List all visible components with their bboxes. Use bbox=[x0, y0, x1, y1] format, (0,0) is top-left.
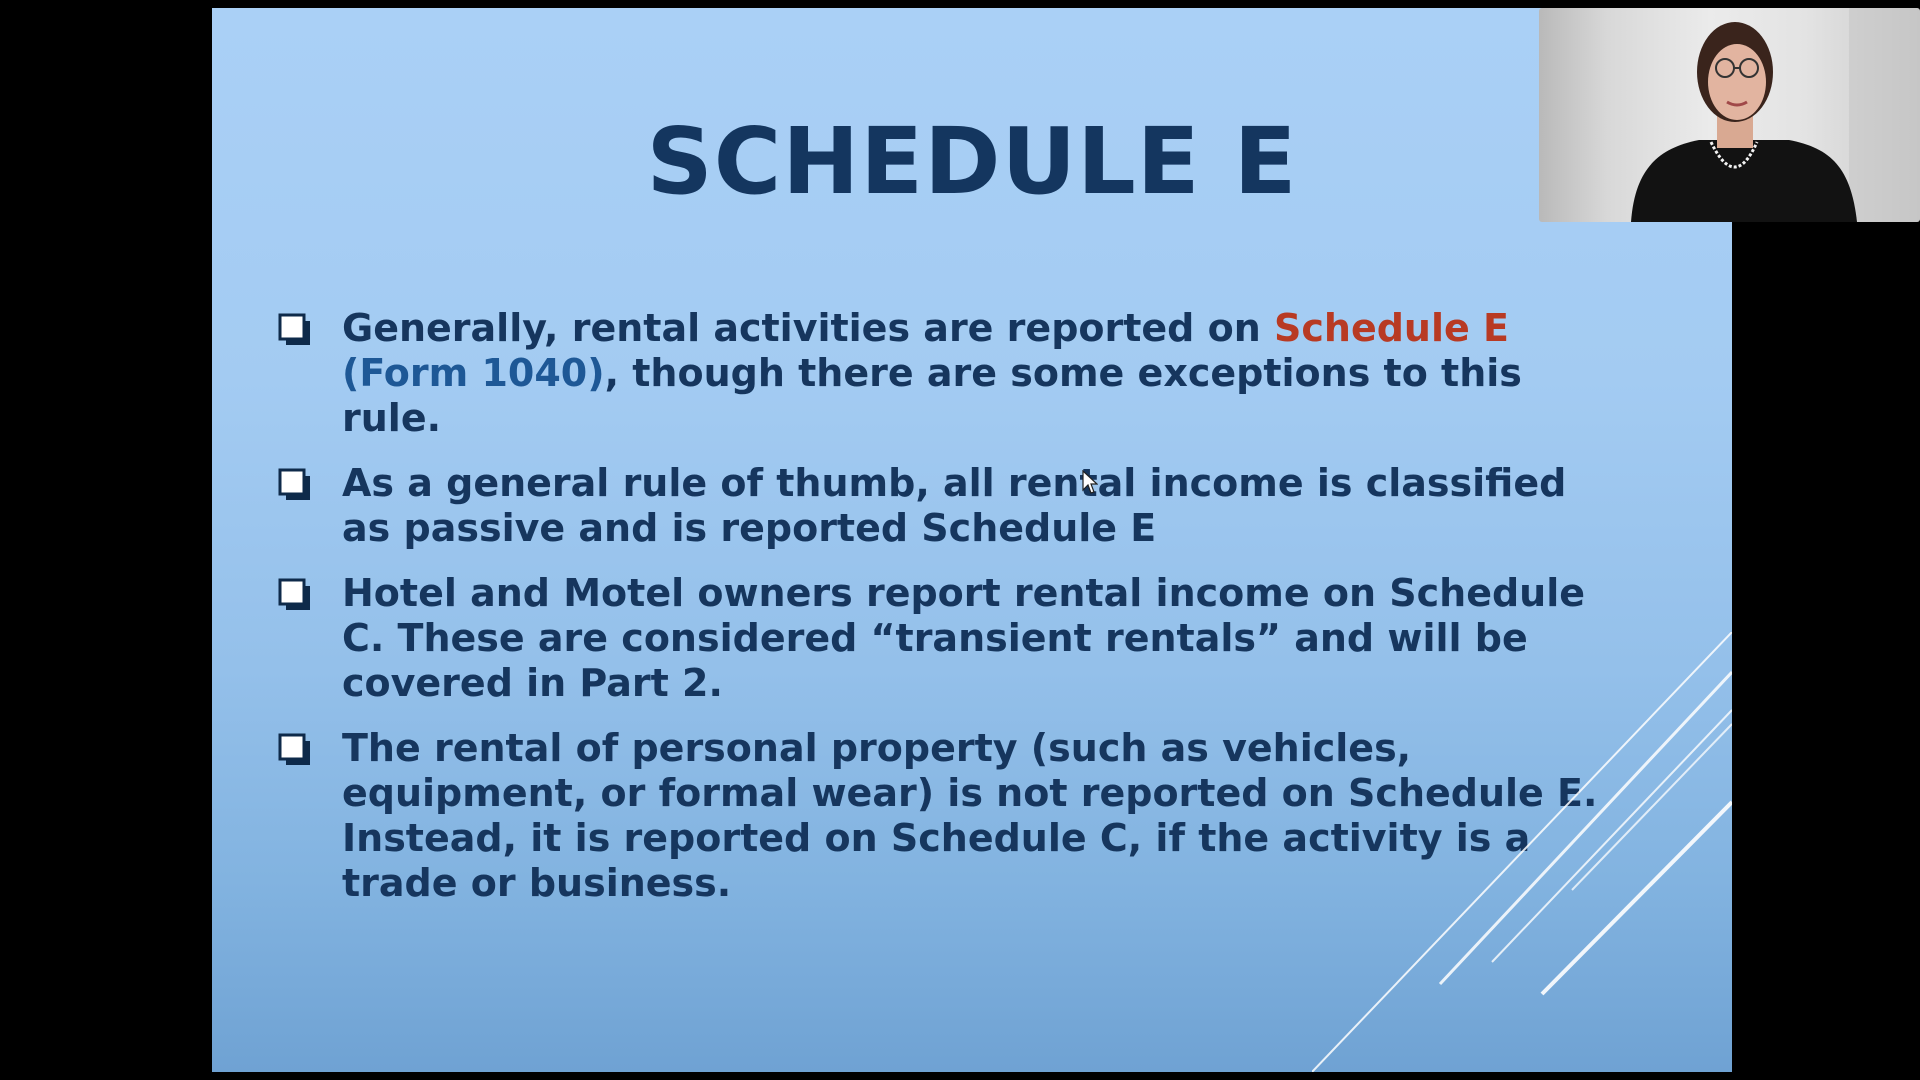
bullet-text-part: Generally, rental activities are reporte… bbox=[342, 306, 1275, 350]
decorative-diagonal-lines bbox=[1312, 632, 1732, 1072]
bullet-item-1: Generally, rental activities are reporte… bbox=[278, 306, 1608, 441]
presenter-video-feed bbox=[1631, 8, 1920, 222]
bullet-item-2: As a general rule of thumb, all rental i… bbox=[278, 461, 1608, 551]
checkbox-icon bbox=[278, 578, 310, 610]
checkbox-icon bbox=[278, 313, 310, 345]
checkbox-icon bbox=[278, 468, 310, 500]
presenter-webcam bbox=[1539, 8, 1920, 222]
form-1040-reference: (Form 1040) bbox=[342, 351, 605, 395]
slide-title: SCHEDULE E bbox=[646, 108, 1298, 215]
mouse-pointer-icon bbox=[1082, 470, 1098, 494]
screen: SCHEDULE E Generally, rental activities … bbox=[0, 0, 1920, 1080]
schedule-e-highlight: Schedule E bbox=[1274, 306, 1509, 350]
bullet-text: As a general rule of thumb, all rental i… bbox=[342, 461, 1567, 550]
presentation-slide: SCHEDULE E Generally, rental activities … bbox=[212, 8, 1732, 1072]
checkbox-icon bbox=[278, 733, 310, 765]
